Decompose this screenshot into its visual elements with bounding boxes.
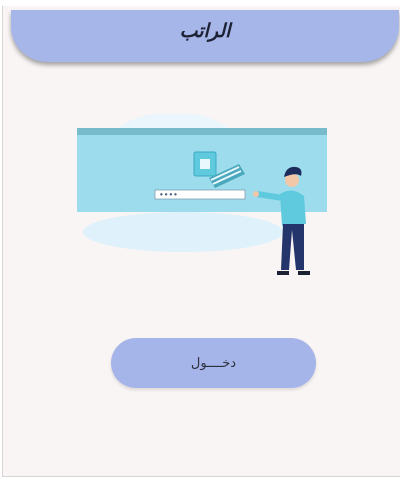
- login-button[interactable]: دخــــول: [111, 338, 316, 388]
- password-dots: ••••: [159, 191, 178, 200]
- floor-shadow: [83, 212, 283, 252]
- app-screen: الراتب •••• دخــــول: [2, 6, 400, 477]
- browser-window-bar: [77, 128, 327, 135]
- app-header: الراتب: [11, 10, 399, 62]
- login-illustration: ••••: [77, 114, 327, 275]
- page-title: الراتب: [179, 20, 231, 42]
- login-button-label: دخــــول: [190, 356, 237, 371]
